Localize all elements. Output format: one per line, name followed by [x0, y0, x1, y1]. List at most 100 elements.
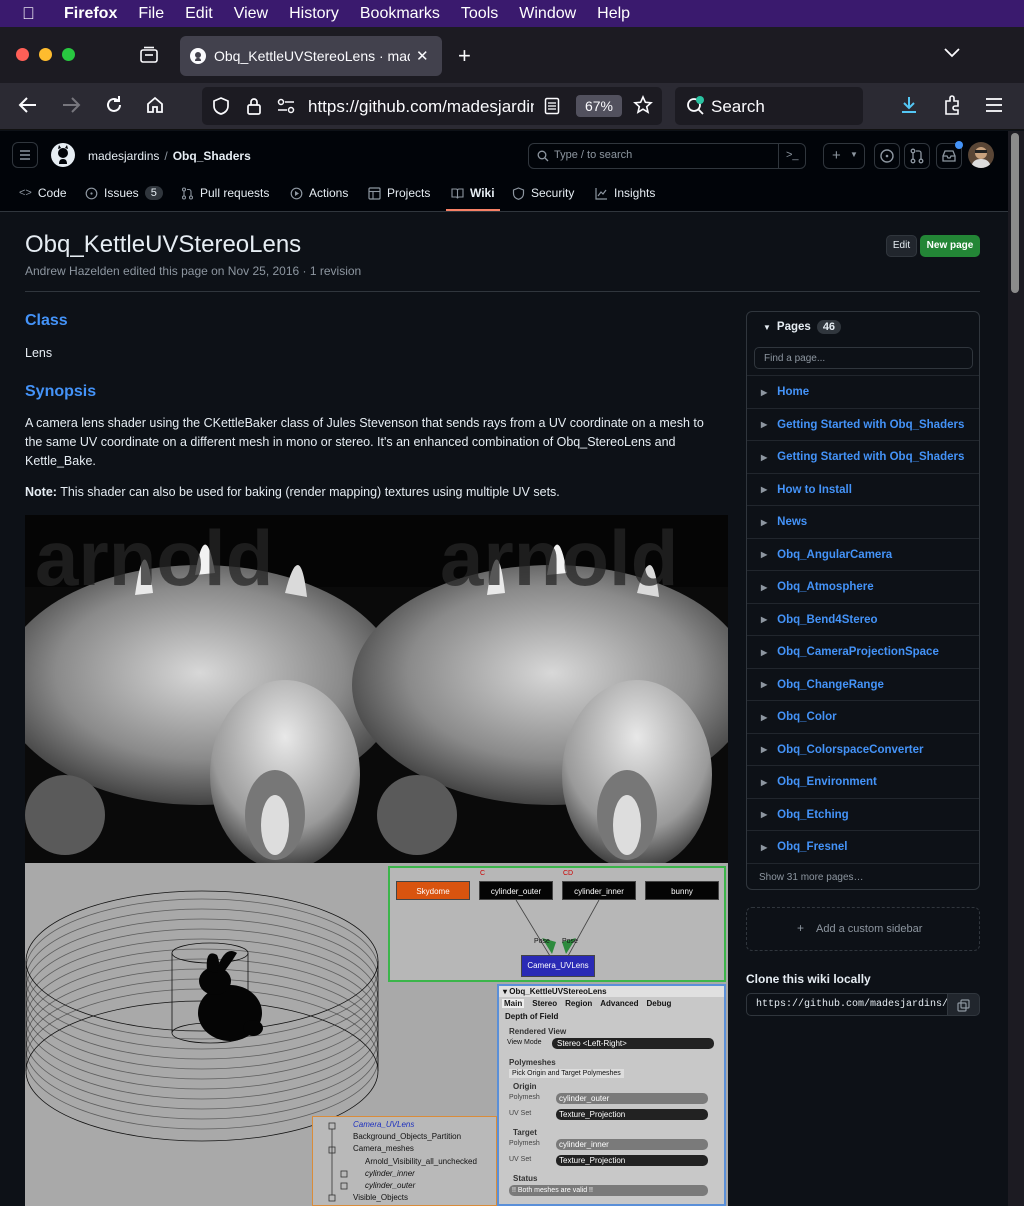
sidebar-page-item[interactable]: ▶ Obq_ColorspaceConverter	[747, 732, 979, 766]
tree-camera-uvlens[interactable]: Camera_UVLens	[353, 1120, 414, 1129]
class-heading[interactable]: Class	[25, 312, 68, 330]
url-text[interactable]: https://github.com/madesjardins/Obq_Shad…	[308, 97, 534, 117]
back-arrow-icon[interactable]	[18, 96, 38, 114]
copy-clone-url-button[interactable]	[947, 993, 980, 1016]
github-logo-icon[interactable]	[50, 142, 76, 168]
sidebar-page-item[interactable]: ▶ Obq_Color	[747, 700, 979, 733]
ppg-tab-region[interactable]: Region	[565, 999, 592, 1008]
window-zoom-button[interactable]	[62, 48, 75, 61]
render-image: arnold arnold	[25, 515, 728, 863]
tab-wiki[interactable]: Wiki	[451, 186, 495, 200]
new-tab-icon[interactable]: +	[458, 43, 471, 69]
avatar[interactable]	[968, 142, 994, 168]
sidebar-page-item[interactable]: ▶ Getting Started with Obq_Shaders	[747, 407, 979, 441]
tree-camera-meshes[interactable]: Camera_meshes	[353, 1144, 414, 1153]
tab-actions[interactable]: Actions	[290, 186, 348, 200]
repo-name-link[interactable]: Obq_Shaders	[173, 149, 251, 163]
github-search-input[interactable]: Type / to search >_	[528, 143, 806, 169]
menu-file[interactable]: File	[138, 5, 164, 23]
inbox-button[interactable]	[936, 141, 963, 169]
create-new-button[interactable]: + ▼	[823, 143, 865, 169]
clone-url-field[interactable]: https://github.com/madesjardins/Obq_Shad…	[746, 993, 948, 1016]
forward-arrow-icon[interactable]	[61, 96, 81, 114]
permissions-icon[interactable]	[276, 98, 296, 114]
menu-app-name[interactable]: Firefox	[64, 5, 117, 23]
sidebar-page-item[interactable]: ▶ News	[747, 505, 979, 538]
pages-header[interactable]: ▼ Pages 46	[763, 320, 842, 334]
sidebar-page-item[interactable]: ▶ Obq_ChangeRange	[747, 667, 979, 701]
hamburger-menu-icon[interactable]	[985, 97, 1003, 113]
downloads-icon[interactable]	[899, 95, 919, 115]
bookmark-star-icon[interactable]	[633, 95, 653, 115]
tree-cylinder-inner[interactable]: cylinder_inner	[365, 1169, 415, 1178]
tab-projects[interactable]: Projects	[368, 186, 430, 200]
window-minimize-button[interactable]	[39, 48, 52, 61]
menu-bookmarks[interactable]: Bookmarks	[360, 5, 440, 23]
ppg-origin-uv-select[interactable]: Texture_Projection	[556, 1109, 708, 1120]
zoom-level-badge[interactable]: 67%	[576, 95, 622, 117]
tree-arnold-visibility[interactable]: Arnold_Visibility_all_unchecked	[365, 1157, 477, 1166]
sidebar-page-item[interactable]: ▶ Obq_CameraProjectionSpace	[747, 635, 979, 668]
ppg-tab-main[interactable]: Main	[502, 999, 525, 1008]
home-icon[interactable]	[145, 95, 165, 115]
menu-help[interactable]: Help	[597, 5, 630, 23]
tab-overview-icon[interactable]	[139, 46, 159, 64]
sidebar-page-item[interactable]: ▶ Obq_Environment	[747, 765, 979, 798]
tab-code[interactable]: <> Code	[19, 186, 67, 200]
ppg-view-mode-select[interactable]: Stereo <Left-Right>	[552, 1038, 714, 1049]
ppg-pick-button[interactable]: Pick Origin and Target Polymeshes	[509, 1069, 624, 1078]
tab-pull-requests[interactable]: Pull requests	[181, 186, 269, 200]
tree-background-partition[interactable]: Background_Objects_Partition	[353, 1132, 461, 1141]
menu-window[interactable]: Window	[519, 5, 576, 23]
browser-search-box[interactable]: Search	[675, 87, 863, 125]
sidebar-page-item[interactable]: ▶ Getting Started with Obq_Shaders	[747, 440, 979, 473]
menu-view[interactable]: View	[234, 5, 268, 23]
sidebar-page-item[interactable]: ▶ Home	[747, 375, 979, 408]
active-browser-tab[interactable]: Obq_KettleUVStereoLens · madesjardins/Ob…	[180, 36, 442, 76]
ppg-tab-debug[interactable]: Debug	[646, 999, 671, 1008]
lock-icon[interactable]	[246, 96, 262, 116]
show-more-pages-link[interactable]: Show 31 more pages…	[747, 863, 979, 890]
tab-security[interactable]: Security	[512, 186, 574, 200]
menu-history[interactable]: History	[289, 5, 339, 23]
add-custom-sidebar-button[interactable]: + Add a custom sidebar	[746, 907, 980, 951]
tree-cylinder-outer[interactable]: cylinder_outer	[365, 1181, 415, 1190]
synopsis-heading[interactable]: Synopsis	[25, 383, 96, 401]
ppg-origin-mesh-field[interactable]: cylinder_outer	[556, 1093, 708, 1104]
menu-edit[interactable]: Edit	[185, 5, 213, 23]
repo-owner-link[interactable]: madesjardins	[88, 149, 159, 163]
sidebar-page-item[interactable]: ▶ Obq_Fresnel	[747, 830, 979, 863]
tab-insights[interactable]: Insights	[595, 186, 655, 200]
apple-icon[interactable]: 	[22, 4, 44, 24]
global-nav-menu-button[interactable]	[12, 142, 38, 168]
tab-issues[interactable]: Issues 5	[85, 186, 163, 200]
tree-visible-objects[interactable]: Visible_Objects	[353, 1193, 408, 1202]
sidebar-page-item[interactable]: ▶ How to Install	[747, 472, 979, 506]
shield-tracking-icon[interactable]	[212, 96, 230, 116]
ppg-tab-advanced[interactable]: Advanced	[600, 999, 638, 1008]
ppg-target-mesh-field[interactable]: cylinder_inner	[556, 1139, 708, 1150]
sidebar-page-item[interactable]: ▶ Obq_AngularCamera	[747, 537, 979, 571]
url-bar[interactable]: https://github.com/madesjardins/Obq_Shad…	[202, 87, 662, 125]
new-page-button[interactable]: New page	[920, 235, 980, 257]
reload-icon[interactable]	[104, 95, 124, 115]
menu-tools[interactable]: Tools	[461, 5, 498, 23]
extensions-icon[interactable]	[942, 94, 962, 116]
ppg-tab-stereo[interactable]: Stereo	[532, 999, 557, 1008]
find-page-input[interactable]: Find a page...	[754, 347, 973, 369]
command-palette-icon[interactable]: >_	[786, 149, 799, 161]
edit-button[interactable]: Edit	[886, 235, 917, 257]
reader-view-icon[interactable]	[544, 97, 560, 115]
sidebar-page-item[interactable]: ▶ Obq_Etching	[747, 797, 979, 831]
sidebar-page-item[interactable]: ▶ Obq_Atmosphere	[747, 570, 979, 603]
tab-list-chevron-icon[interactable]	[943, 46, 961, 58]
pull-requests-button[interactable]	[904, 143, 930, 169]
issues-button[interactable]	[874, 143, 900, 169]
sidebar-page-item[interactable]: ▶ Obq_Bend4Stereo	[747, 602, 979, 636]
node-camera-uvlens[interactable]: Camera_UVLens	[521, 955, 595, 977]
ppg-target-uv-select[interactable]: Texture_Projection	[556, 1155, 708, 1166]
scrollbar-thumb[interactable]	[1011, 133, 1019, 293]
ppg-dof[interactable]: Depth of Field	[505, 1012, 558, 1021]
tab-close-icon[interactable]: ✕	[416, 47, 429, 65]
window-close-button[interactable]	[16, 48, 29, 61]
